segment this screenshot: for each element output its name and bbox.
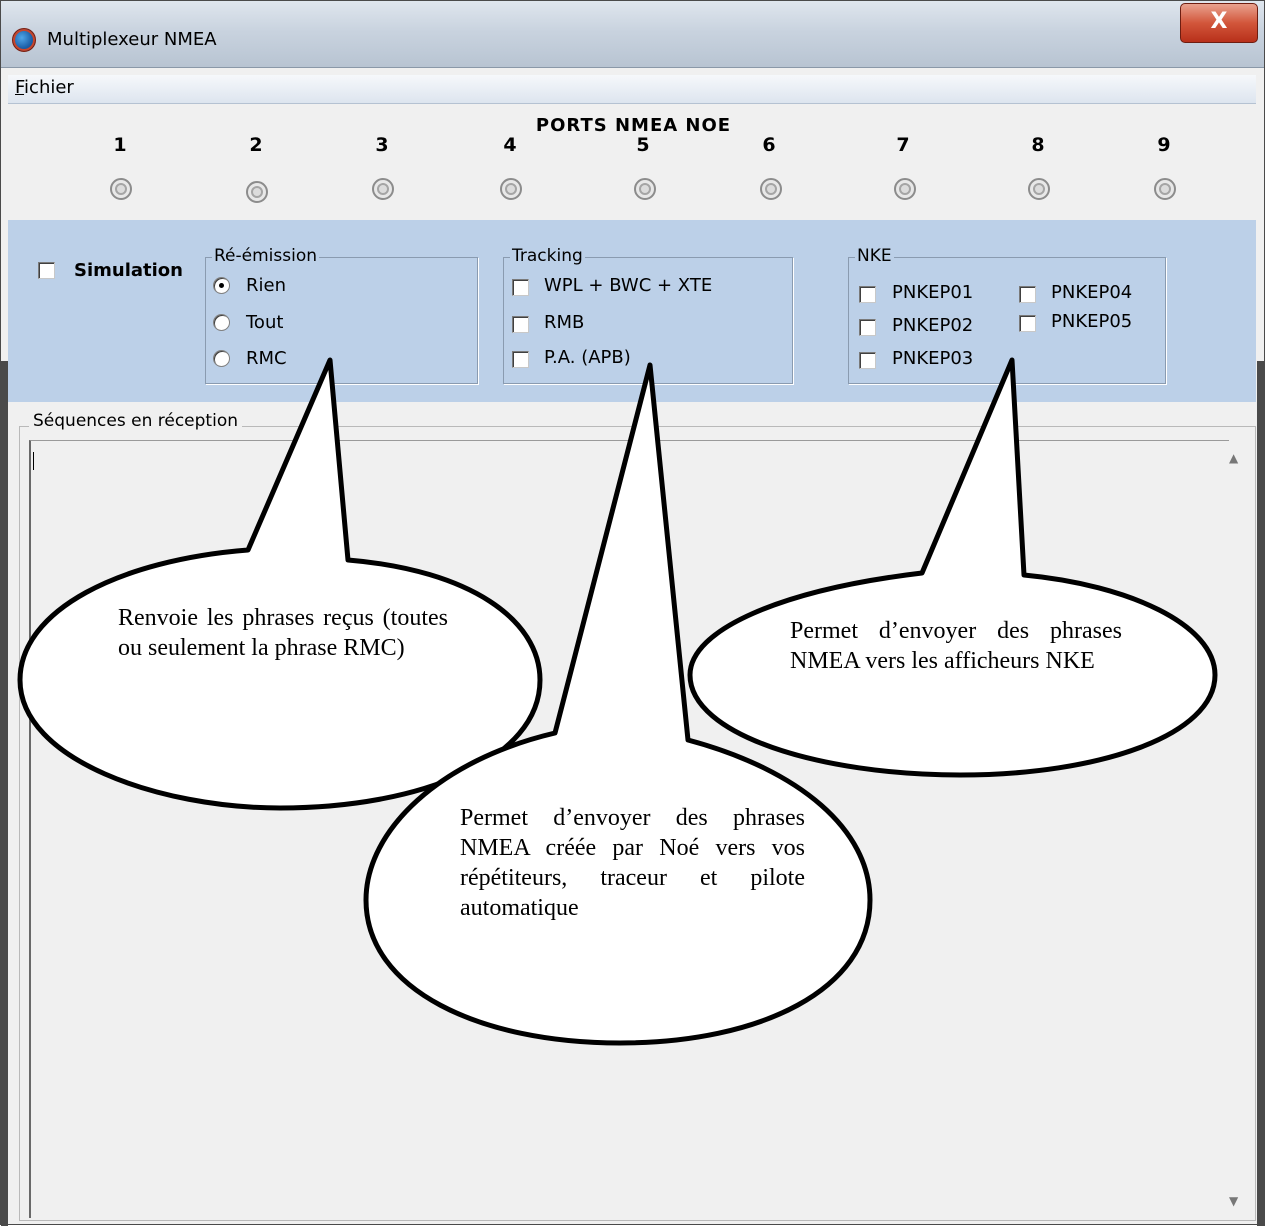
callout-text-tracking: Permet d’envoyer des phrases NMEA créée … bbox=[460, 805, 805, 921]
callout-balloon-nke bbox=[687, 357, 1218, 778]
callout-text-reemission: Renvoie les phrases reçus (toutes ou seu… bbox=[118, 605, 448, 661]
callout-balloon-reemission bbox=[17, 357, 543, 811]
callout-text-nke: Permet d’envoyer des phrases NMEA vers l… bbox=[790, 618, 1122, 674]
